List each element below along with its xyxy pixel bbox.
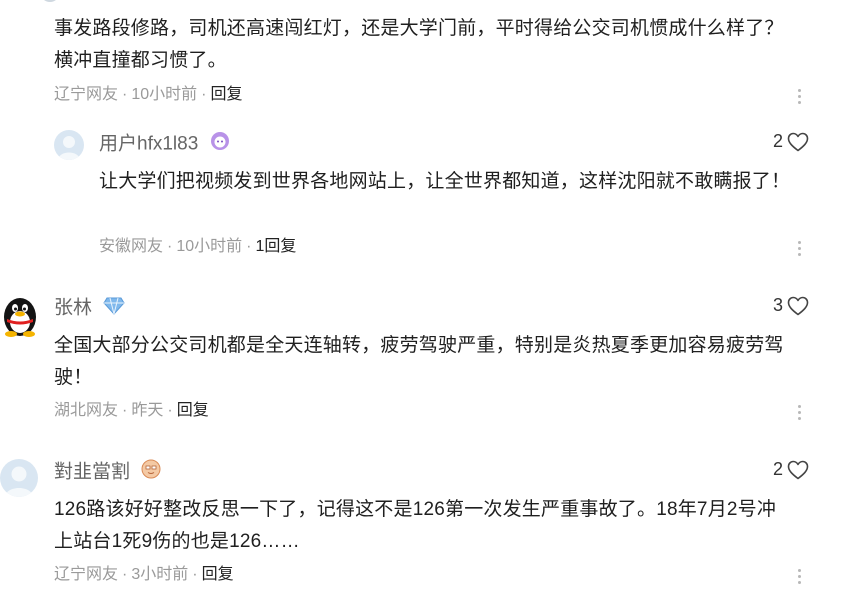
comment-location: 湖北网友 bbox=[54, 402, 119, 419]
username[interactable]: 對韭當割 bbox=[54, 462, 130, 483]
comment-meta: 湖北网友 · 昨天 · 回复 bbox=[54, 401, 209, 421]
comment-author[interactable]: 张林 bbox=[54, 295, 125, 322]
cropped-avatar bbox=[40, 0, 60, 2]
comment-time: 10小时前 bbox=[131, 86, 198, 103]
blue-gem-badge-icon bbox=[103, 295, 125, 322]
like-count: 2 bbox=[773, 459, 784, 479]
meta-separator: · bbox=[122, 86, 128, 103]
avatar[interactable] bbox=[54, 130, 84, 160]
comment-location: 辽宁网友 bbox=[54, 566, 119, 583]
comment-meta: 辽宁网友 · 10小时前 · 回复 bbox=[54, 85, 243, 105]
more-vertical-icon[interactable] bbox=[798, 241, 802, 259]
meta-separator: · bbox=[192, 566, 198, 583]
heart-outline-icon bbox=[787, 296, 809, 315]
comment-text: 126路该好好整改反思一下了，记得这不是126第一次发生严重事故了。18年7月2… bbox=[54, 499, 777, 552]
heart-outline-icon bbox=[787, 460, 809, 479]
meta-separator: · bbox=[122, 402, 128, 419]
heart-outline-icon bbox=[787, 132, 809, 151]
comment-time: 10小时前 bbox=[176, 238, 243, 255]
like-count: 3 bbox=[773, 295, 784, 315]
meta-separator: · bbox=[246, 238, 252, 255]
comment-location: 安徽网友 bbox=[99, 238, 164, 255]
comment-author[interactable]: 用户hfx1l83 bbox=[99, 131, 230, 158]
like-button[interactable]: 2 bbox=[773, 459, 809, 480]
more-vertical-icon[interactable] bbox=[798, 89, 802, 107]
comment-text: 让大学们把视频发到世界各地网站上，让全世界都知道，这样沈阳就不敢瞒报了！ bbox=[99, 171, 791, 192]
reply-button[interactable]: 回复 bbox=[210, 86, 242, 103]
more-vertical-icon[interactable] bbox=[798, 405, 802, 423]
comment-meta: 辽宁网友 · 3小时前 · 回复 bbox=[54, 565, 234, 585]
meta-separator: · bbox=[122, 566, 128, 583]
more-vertical-icon[interactable] bbox=[798, 569, 802, 587]
like-count: 2 bbox=[773, 131, 784, 151]
avatar[interactable] bbox=[0, 293, 40, 337]
reply-button[interactable]: 回复 bbox=[202, 566, 234, 583]
like-button[interactable]: 3 bbox=[773, 295, 809, 316]
meta-separator: · bbox=[167, 238, 173, 255]
comment-text: 事发路段修路，司机还高速闯红灯，还是大学门前，平时得给公交司机惯成什么样了？横冲… bbox=[54, 18, 784, 71]
purple-face-badge-icon bbox=[210, 131, 230, 158]
avatar[interactable] bbox=[0, 459, 38, 497]
comment-meta: 安徽网友 · 10小时前 · 1回复 bbox=[99, 237, 296, 257]
reply-button[interactable]: 回复 bbox=[177, 402, 209, 419]
comment-author[interactable]: 對韭當割 bbox=[54, 459, 161, 486]
meta-separator: · bbox=[167, 402, 173, 419]
comment-time: 昨天 bbox=[131, 402, 164, 419]
meta-separator: · bbox=[201, 86, 207, 103]
orange-face-badge-icon bbox=[141, 459, 161, 486]
comment-location: 辽宁网友 bbox=[54, 86, 119, 103]
reply-count-button[interactable]: 1回复 bbox=[255, 238, 296, 255]
username[interactable]: 张林 bbox=[54, 298, 92, 319]
comment-time: 3小时前 bbox=[131, 566, 189, 583]
username[interactable]: 用户hfx1l83 bbox=[99, 134, 198, 155]
like-button[interactable]: 2 bbox=[773, 131, 809, 152]
comment-text: 全国大部分公交司机都是全天连轴转，疲劳驾驶严重，特别是炎热夏季更加容易疲劳驾驶！ bbox=[54, 335, 784, 388]
